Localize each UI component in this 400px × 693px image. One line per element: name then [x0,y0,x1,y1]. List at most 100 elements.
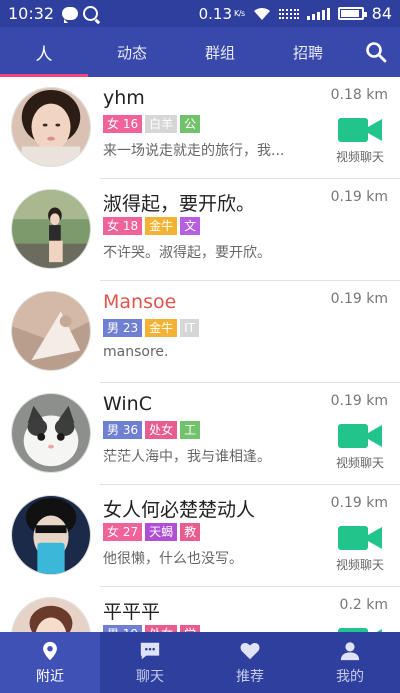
nav-nearby-label: 附近 [36,668,64,685]
user-row-yhm[interactable]: yhm 女 16 白羊 公 来一场说走就走的旅行，我... 0.18 km 视频… [0,77,400,179]
user-tags: 男 36 处女 工 [103,421,201,439]
user-name: yhm [103,87,145,109]
battery-icon [337,7,367,20]
heart-icon [240,642,260,659]
gender-label: 女 [107,219,120,233]
status-time: 10:32 [8,4,55,23]
person-icon [340,641,360,660]
status-left-icons [62,6,99,23]
gender-age-badge: 女 16 [103,115,143,133]
tab-people[interactable]: 人 [0,27,88,77]
tab-groups[interactable]: 群组 [176,27,264,77]
tab-jobs[interactable]: 招聘 [264,27,352,77]
avatar [11,393,91,473]
video-chat-label: 视频聊天 [335,150,384,164]
zodiac-badge: 白羊 [145,115,178,133]
gender-age-badge: 女 27 [103,523,143,541]
user-row-winc[interactable]: WinC 男 36 处女 工 茫茫人海中，我与谁相逢。 0.19 km 视频聊天 [0,383,400,485]
user-tags: 女 16 白羊 公 [103,115,201,133]
avatar [11,87,91,167]
tab-moments[interactable]: 动态 [88,27,176,77]
gender-label: 男 [107,321,120,335]
gender-age-badge: 男 23 [103,319,143,337]
user-bio: 茫茫人海中，我与谁相逢。 [103,449,271,465]
nav-recommend-label: 推荐 [236,668,264,685]
user-name: 女人何必楚楚动人 [103,499,256,521]
user-bio: 不许哭。淑得起，要开欣。 [103,245,271,261]
video-camera-icon [338,118,382,142]
message-icon [62,7,79,23]
nav-me[interactable]: 我的 [300,632,400,693]
video-chat-button[interactable]: 视频聊天 [332,115,388,165]
user-distance: 0.2 km [339,597,388,613]
app-root: 10:32 0.13 K/s 84 人 动态 群组 招聘 yhm 女 16 白羊… [0,0,400,693]
wifi-icon [253,7,270,20]
gender-label: 女 [107,525,120,539]
job-badge: 公 [180,115,201,133]
nav-me-label: 我的 [336,668,364,685]
user-row-5[interactable]: 女人何必楚楚动人 女 27 天蝎 教 他很懒，什么也没写。 0.19 km 视频… [0,485,400,587]
user-distance: 0.19 km [330,393,388,409]
video-chat-button[interactable]: 视频聊天 [332,523,388,573]
video-camera-icon [338,628,382,632]
video-chat-label: 视频聊天 [335,558,384,572]
battery-level: 84 [371,4,392,23]
gender-age-badge: 女 18 [103,217,143,235]
video-chat-button[interactable]: 视频聊天 [332,421,388,471]
zodiac-badge: 金牛 [145,217,178,235]
avatar [11,189,91,269]
user-tags: 男 19 处女 学 [103,625,201,632]
user-bio: mansore. [103,344,169,360]
zodiac-badge: 天蝎 [145,523,178,541]
user-bio: 来一场说走就走的旅行，我... [103,143,285,159]
gender-age-badge: 男 36 [103,421,143,439]
zodiac-badge: 金牛 [145,319,178,337]
video-chat-button[interactable] [332,625,388,632]
user-row-mansoe[interactable]: Mansoe 男 23 金牛 IT mansore. 0.19 km [0,281,400,383]
user-name: WinC [103,393,152,415]
chat-icon [140,642,160,659]
nav-chat[interactable]: 聊天 [100,632,200,693]
video-camera-icon [338,526,382,550]
job-badge: 教 [180,523,201,541]
user-name: Mansoe [103,291,177,313]
zodiac-badge: 处女 [145,625,178,632]
user-row-6[interactable]: 平平平 男 19 处女 学 0.2 km [0,587,400,632]
nav-recommend[interactable]: 推荐 [200,632,300,693]
q-icon [83,6,99,21]
user-name: 平平平 [103,601,161,623]
gender-age-badge: 男 19 [103,625,143,632]
gender-label: 男 [107,423,120,437]
age-label: 36 [122,423,139,437]
status-bar: 10:32 0.13 K/s 84 [0,0,400,27]
job-badge: 文 [180,217,201,235]
user-tags: 女 27 天蝎 教 [103,523,201,541]
location-pin-icon [43,641,57,660]
user-bio: 他很懒，什么也没写。 [103,551,243,567]
avatar [11,597,91,632]
network-speed-unit: K/s [234,8,245,18]
gender-label: 女 [107,117,120,131]
user-distance: 0.19 km [330,189,388,205]
user-row-2[interactable]: 淑得起，要开欣。 女 18 金牛 文 不许哭。淑得起，要开欣。 0.19 km [0,179,400,281]
age-label: 18 [122,219,139,233]
user-tags: 男 23 金牛 IT [103,319,200,337]
job-badge: 工 [180,421,201,439]
user-distance: 0.19 km [330,291,388,307]
avatar [11,291,91,371]
signal-icon [306,7,330,20]
status-right: 0.13 K/s 84 [199,4,392,23]
nav-chat-label: 聊天 [136,668,164,685]
video-chat-label: 视频聊天 [335,456,384,470]
search-icon[interactable] [364,40,388,64]
avatar [11,495,91,575]
age-label: 16 [122,117,139,131]
job-badge: IT [180,319,200,337]
user-distance: 0.18 km [330,87,388,103]
job-badge: 学 [180,625,201,632]
nav-nearby[interactable]: 附近 [0,632,100,693]
zodiac-badge: 处女 [145,421,178,439]
bottom-nav: 附近 聊天 推荐 我的 [0,632,400,693]
top-tab-bar: 人 动态 群组 招聘 [0,27,400,77]
data-indicator-icon [278,8,299,19]
